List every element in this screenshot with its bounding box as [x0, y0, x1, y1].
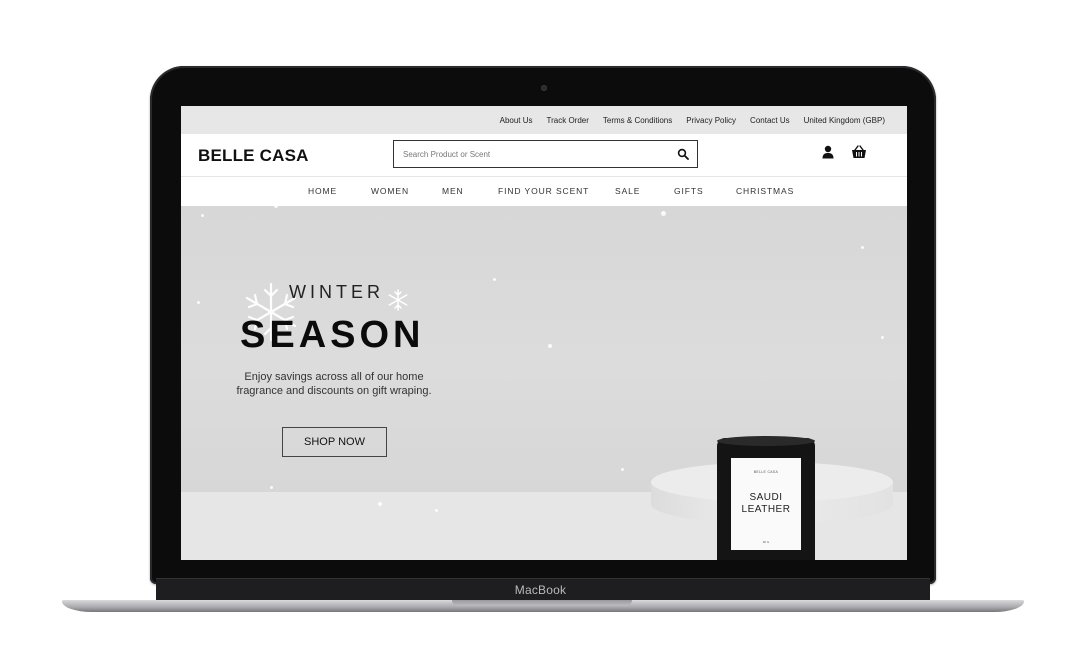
- site-logo[interactable]: BELLE CASA: [198, 146, 309, 166]
- candle-label-weight: 90 G: [762, 540, 770, 544]
- snow-particle: [861, 246, 864, 249]
- snow-particle: [661, 211, 666, 216]
- nav-item-women[interactable]: WOMEN: [371, 186, 409, 196]
- candle-label-brand: BELLE CASA: [753, 470, 779, 474]
- shop-now-button[interactable]: SHOP NOW: [282, 427, 387, 457]
- snowflake-icon: [388, 289, 408, 311]
- laptop-hinge-notch: [452, 600, 632, 606]
- nav-item-christmas[interactable]: CHRISTMAS: [736, 186, 794, 196]
- hero-banner: WINTER SEASON Enjoy savings across all o…: [181, 204, 907, 560]
- topbar-link-about[interactable]: About Us: [500, 116, 533, 125]
- candle-label-name-line2: LEATHER: [741, 504, 791, 515]
- snow-particle: [493, 278, 496, 281]
- region-currency-selector[interactable]: United Kingdom (GBP): [804, 116, 885, 125]
- site-header: BELLE CASA: [181, 134, 907, 177]
- snow-particle: [881, 336, 884, 339]
- snow-particle: [274, 204, 278, 208]
- candle-jar-rim: [717, 436, 815, 446]
- device-brand-label: MacBook: [514, 583, 567, 597]
- nav-item-find-your-scent[interactable]: FIND YOUR SCENT: [498, 186, 589, 196]
- candle-label: BELLE CASA SAUDI LEATHER 90 G: [731, 458, 801, 550]
- main-navigation: HOME WOMEN MEN FIND YOUR SCENT SALE GIFT…: [181, 177, 907, 206]
- hero-title: SEASON: [240, 314, 425, 356]
- hero-description: Enjoy savings across all of our home fra…: [236, 371, 432, 397]
- snow-particle: [270, 486, 273, 489]
- nav-item-men[interactable]: MEN: [442, 186, 464, 196]
- user-icon[interactable]: [822, 145, 834, 159]
- search-input[interactable]: [394, 141, 664, 167]
- snow-particle: [548, 344, 552, 348]
- snow-particle: [378, 502, 382, 506]
- basket-icon[interactable]: [851, 145, 867, 159]
- nav-item-gifts[interactable]: GIFTS: [674, 186, 704, 196]
- snow-particle: [201, 214, 204, 217]
- utility-topbar: About Us Track Order Terms & Conditions …: [181, 106, 907, 134]
- browser-screen: About Us Track Order Terms & Conditions …: [181, 106, 907, 560]
- nav-item-home[interactable]: HOME: [308, 186, 337, 196]
- nav-item-sale[interactable]: SALE: [615, 186, 640, 196]
- snow-particle: [435, 509, 438, 512]
- webcam: [541, 85, 547, 91]
- candle-label-name-line1: SAUDI: [749, 492, 783, 503]
- topbar-link-contact[interactable]: Contact Us: [750, 116, 790, 125]
- snow-particle: [197, 301, 200, 304]
- search-icon[interactable]: [677, 148, 689, 160]
- topbar-link-track-order[interactable]: Track Order: [547, 116, 589, 125]
- topbar-link-terms[interactable]: Terms & Conditions: [603, 116, 672, 125]
- search-bar: [393, 140, 698, 168]
- hero-eyebrow: WINTER: [289, 282, 384, 302]
- topbar-link-privacy[interactable]: Privacy Policy: [686, 116, 736, 125]
- snow-particle: [621, 468, 624, 471]
